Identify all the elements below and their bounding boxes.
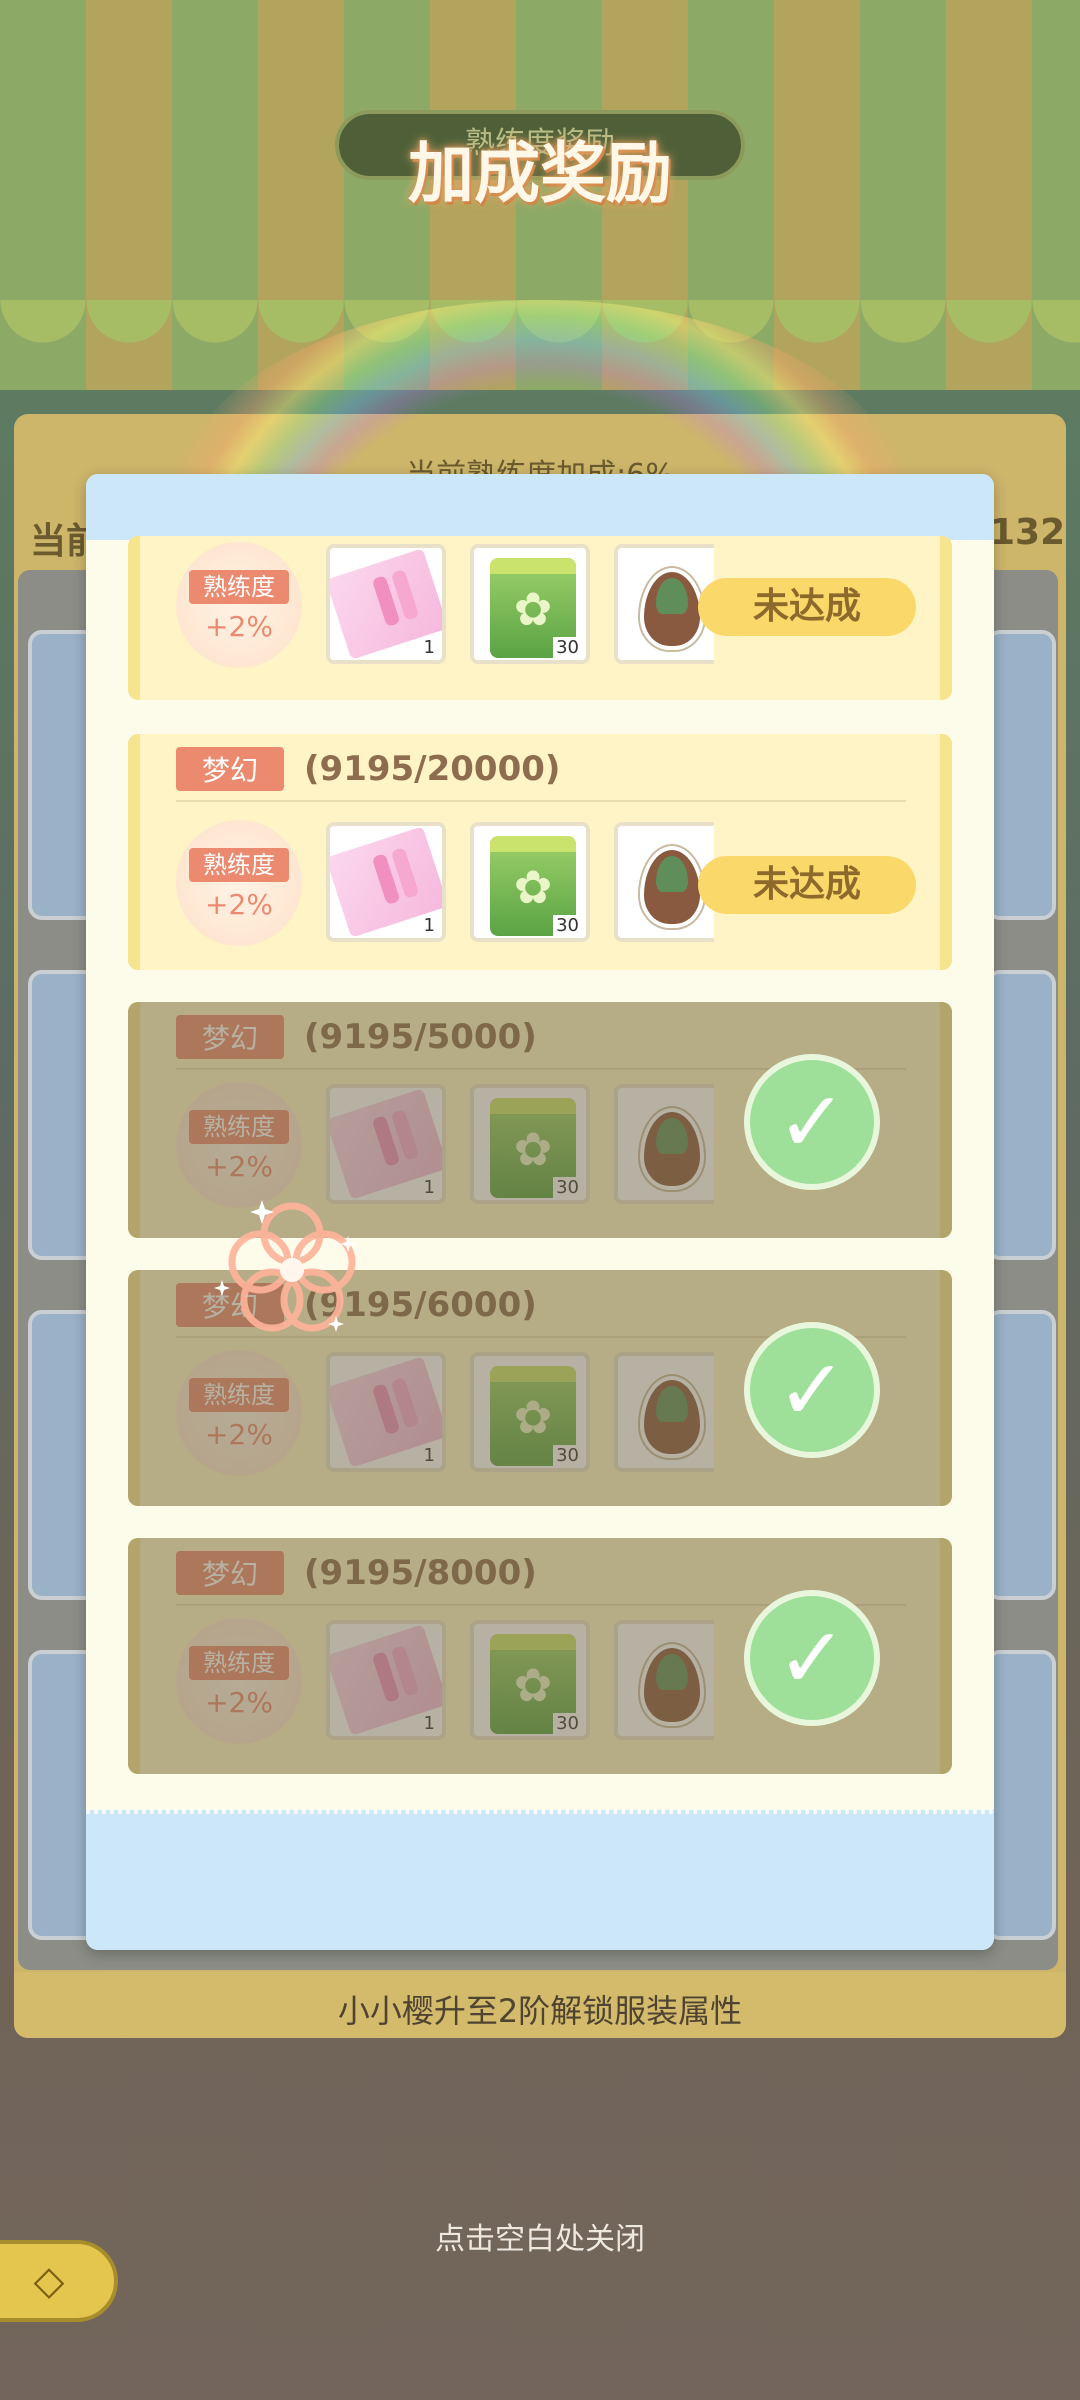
blossom-sparkle-icon bbox=[214, 1200, 356, 1332]
reward-item-ticket[interactable]: 1 bbox=[326, 1620, 446, 1740]
background-unlock-hint: 小小樱升至2阶解锁服装属性 bbox=[337, 1992, 743, 2030]
tier-progress: (9195/8000) bbox=[304, 1553, 537, 1593]
tier-progress: (9195/20000) bbox=[304, 749, 561, 789]
close-hint-text[interactable]: 点击空白处关闭 bbox=[0, 2214, 1080, 2258]
seed-icon bbox=[640, 1376, 704, 1458]
bonus-value: +2% bbox=[205, 1686, 273, 1719]
seed-icon bbox=[640, 846, 704, 928]
item-quantity: 1 bbox=[420, 1177, 438, 1198]
bonus-value: +2% bbox=[205, 610, 273, 643]
proficiency-bonus: 熟练度 +2% bbox=[176, 542, 302, 668]
check-icon: ✓ bbox=[744, 1590, 880, 1726]
dialog-header-strip bbox=[86, 474, 994, 540]
reward-tier: 梦幻 (9195/8000) 熟练度 +2% 1 30 ✓ bbox=[128, 1538, 952, 1774]
item-quantity: 1 bbox=[420, 1713, 438, 1734]
quality-badge: 梦幻 bbox=[176, 747, 285, 791]
item-quantity: 1 bbox=[420, 637, 438, 658]
reward-item-seed[interactable] bbox=[614, 1084, 714, 1204]
reward-item-seed-bag[interactable]: 30 bbox=[470, 822, 590, 942]
bonus-label: 熟练度 bbox=[189, 1378, 289, 1412]
item-quantity: 30 bbox=[553, 1713, 582, 1734]
bonus-label: 熟练度 bbox=[189, 1646, 289, 1680]
reward-tier-list[interactable]: 熟练度 +2% 1 30 未达成 梦幻 (9195/20000) bbox=[86, 536, 994, 1810]
seed-icon bbox=[640, 1108, 704, 1190]
tier-progress: (9195/5000) bbox=[304, 1017, 537, 1057]
dialog-footer-strip bbox=[86, 1810, 994, 1950]
proficiency-bonus: 熟练度 +2% bbox=[176, 1618, 302, 1744]
bonus-value: +2% bbox=[205, 1418, 273, 1451]
proficiency-bonus: 熟练度 +2% bbox=[176, 1350, 302, 1476]
item-quantity: 30 bbox=[553, 915, 582, 936]
item-quantity: 1 bbox=[420, 915, 438, 936]
background-outfit-card bbox=[986, 630, 1056, 920]
back-arrow-icon: ◇ bbox=[33, 2258, 65, 2304]
seed-icon bbox=[640, 1644, 704, 1726]
item-quantity: 30 bbox=[553, 1177, 582, 1198]
reward-item-seed[interactable] bbox=[614, 1620, 714, 1740]
bonus-label: 熟练度 bbox=[189, 1110, 289, 1144]
reward-item-seed[interactable] bbox=[614, 1352, 714, 1472]
status-not-achieved-button[interactable]: 未达成 bbox=[698, 856, 916, 914]
reward-item-seed-bag[interactable]: 30 bbox=[470, 1084, 590, 1204]
bonus-value: +2% bbox=[205, 888, 273, 921]
back-button[interactable]: ◇ bbox=[0, 2240, 118, 2322]
reward-item-seed-bag[interactable]: 30 bbox=[470, 1620, 590, 1740]
background-right-number: 132 bbox=[990, 512, 1066, 553]
divider bbox=[176, 800, 906, 802]
tier-header: 梦幻 (9195/5000) bbox=[176, 1015, 537, 1059]
status-not-achieved-button[interactable]: 未达成 bbox=[698, 578, 916, 636]
bonus-value: +2% bbox=[205, 1150, 273, 1183]
reward-item-ticket[interactable]: 1 bbox=[326, 1352, 446, 1472]
item-quantity: 1 bbox=[420, 1445, 438, 1466]
reward-item-seed-bag[interactable]: 30 bbox=[470, 1352, 590, 1472]
bonus-label: 熟练度 bbox=[189, 848, 289, 882]
reward-tier: 熟练度 +2% 1 30 未达成 bbox=[128, 536, 952, 700]
bonus-label: 熟练度 bbox=[189, 570, 289, 604]
background-outfit-card bbox=[986, 1650, 1056, 1940]
tier-header: 梦幻 (9195/20000) bbox=[176, 747, 561, 791]
reward-item-ticket[interactable]: 1 bbox=[326, 544, 446, 664]
background-outfit-card bbox=[986, 970, 1056, 1260]
reward-item-seed-bag[interactable]: 30 bbox=[470, 544, 590, 664]
background-outfit-card bbox=[986, 1310, 1056, 1600]
proficiency-bonus: 熟练度 +2% bbox=[176, 820, 302, 946]
item-quantity: 30 bbox=[553, 1445, 582, 1466]
quality-badge: 梦幻 bbox=[176, 1551, 285, 1595]
check-icon: ✓ bbox=[744, 1322, 880, 1458]
quality-badge: 梦幻 bbox=[176, 1015, 285, 1059]
tier-header: 梦幻 (9195/8000) bbox=[176, 1551, 537, 1595]
check-icon: ✓ bbox=[744, 1054, 880, 1190]
reward-item-ticket[interactable]: 1 bbox=[326, 822, 446, 942]
item-quantity: 30 bbox=[553, 637, 582, 658]
reward-tier: 梦幻 (9195/20000) 熟练度 +2% 1 30 未达成 bbox=[128, 734, 952, 970]
page-title: 加成奖励 bbox=[408, 135, 672, 212]
seed-icon bbox=[640, 568, 704, 650]
